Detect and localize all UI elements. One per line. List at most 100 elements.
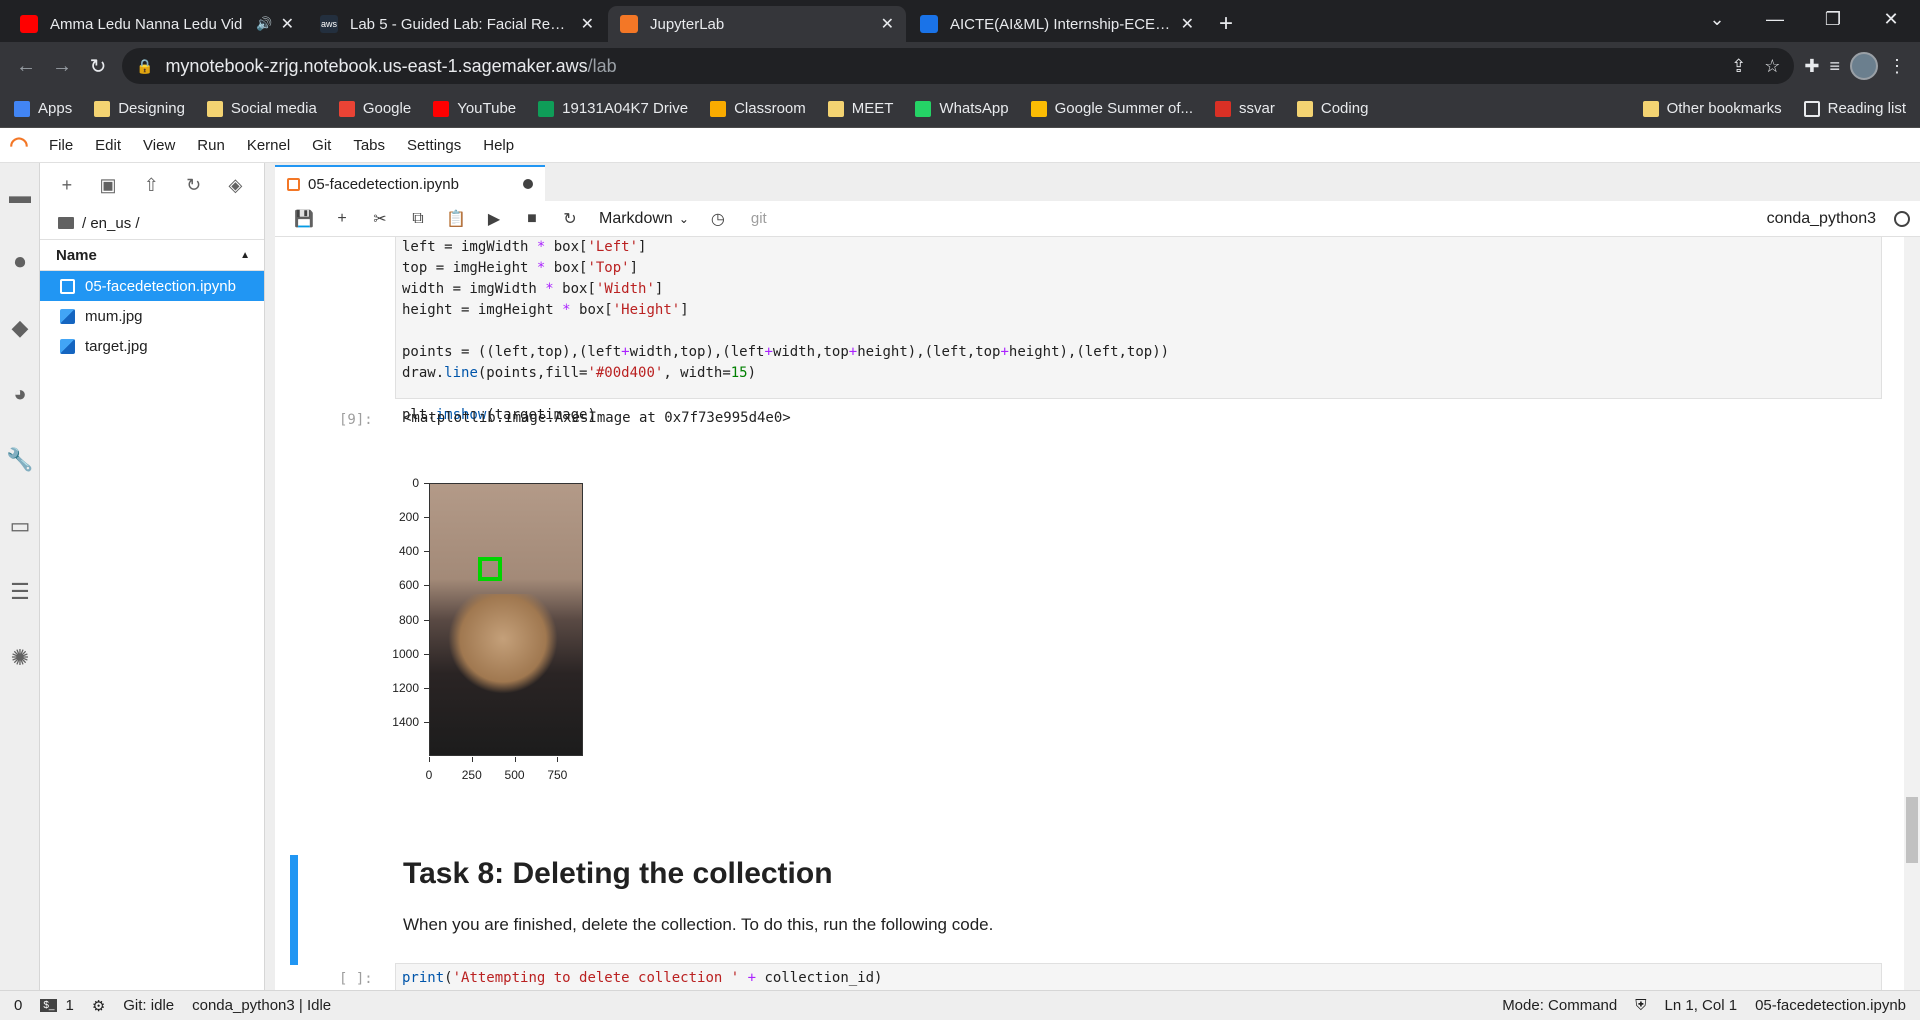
bookmark-item[interactable]: Apps xyxy=(14,100,72,117)
tab-title: Lab 5 - Guided Lab: Facial Recogn xyxy=(350,15,573,33)
bookmark-item[interactable]: Google Summer of... xyxy=(1030,100,1193,117)
unsaved-dot-icon[interactable] xyxy=(523,179,533,189)
git-label[interactable]: git xyxy=(751,210,767,227)
tab-notebook[interactable]: 05-facedetection.ipynb xyxy=(275,165,545,201)
bookmark-item[interactable]: Coding xyxy=(1296,100,1368,117)
y-tick-label: 1400 xyxy=(392,714,419,729)
run-icon[interactable]: ▶ xyxy=(475,209,513,229)
x-tick-label: 500 xyxy=(504,768,525,782)
toc-icon[interactable]: ☰ xyxy=(0,559,40,625)
cursor-position[interactable]: Ln 1, Col 1 xyxy=(1665,997,1738,1014)
url-bar[interactable]: 🔒 mynotebook-zrjg.notebook.us-east-1.sag… xyxy=(122,48,1795,84)
git-icon[interactable]: ◆ xyxy=(0,295,40,361)
browser-tab[interactable]: JupyterLab ✕ xyxy=(608,6,906,42)
running-icon[interactable]: ⏺ xyxy=(0,229,40,295)
extension-manager-icon[interactable]: ✺ xyxy=(0,625,40,691)
browser-tab[interactable]: aws Lab 5 - Guided Lab: Facial Recogn ✕ xyxy=(308,6,606,42)
notebook-area[interactable]: left = imgWidth * box['Left'] top = imgH… xyxy=(275,237,1920,990)
close-tab-icon[interactable]: ✕ xyxy=(281,14,294,34)
bookmark-item[interactable]: Social media xyxy=(206,100,317,117)
bookmark-other[interactable]: Other bookmarks xyxy=(1642,100,1782,117)
paste-icon[interactable]: 📋 xyxy=(437,209,475,229)
minimize-icon[interactable]: — xyxy=(1746,0,1804,38)
bookmark-item[interactable]: WhatsApp xyxy=(915,100,1009,117)
cut-icon[interactable]: ✂ xyxy=(361,209,399,229)
menu-help[interactable]: Help xyxy=(472,137,525,154)
profile-avatar[interactable] xyxy=(1850,52,1878,80)
code-cell[interactable]: print('Attempting to delete collection '… xyxy=(395,963,1882,990)
cell-type-select[interactable]: Markdown ⌄ xyxy=(599,210,689,228)
copy-icon[interactable]: ⧉ xyxy=(399,210,437,228)
bookmark-item[interactable]: 19131A04K7 Drive xyxy=(538,100,688,117)
browser-tab[interactable]: AICTE(AI&ML) Internship-ECE(No ✕ xyxy=(908,6,1206,42)
tab-search-icon[interactable]: ⌄ xyxy=(1688,0,1746,38)
new-launcher-icon[interactable]: + xyxy=(62,175,73,196)
back-button[interactable]: ← xyxy=(8,48,44,84)
forward-button[interactable]: → xyxy=(44,48,80,84)
new-tab-button[interactable]: + xyxy=(1208,6,1244,42)
shield-icon[interactable]: ⛨ xyxy=(1635,997,1646,1014)
menu-run[interactable]: Run xyxy=(186,137,236,154)
share-icon[interactable]: ⇪ xyxy=(1731,56,1746,77)
bookmark-item[interactable]: MEET xyxy=(827,100,893,117)
output-text: <matplotlib.image.AxesImage at 0x7f73e99… xyxy=(403,410,791,426)
git-status[interactable]: Git: idle xyxy=(123,997,174,1014)
browser-tab[interactable]: Amma Ledu Nanna Ledu Vid 🔊 ✕ xyxy=(8,6,306,42)
bookmark-item[interactable]: Google xyxy=(338,100,411,117)
name-column-header[interactable]: Name ▲ xyxy=(40,239,264,271)
drive-icon xyxy=(538,100,555,117)
menu-git[interactable]: Git xyxy=(301,137,342,154)
refresh-icon[interactable]: ↻ xyxy=(186,175,201,196)
bookmark-item[interactable]: ssvar xyxy=(1215,100,1275,117)
tabs-icon[interactable]: ▭ xyxy=(0,493,40,559)
bookmark-star-icon[interactable]: ☆ xyxy=(1764,56,1780,77)
close-tab-icon[interactable]: ✕ xyxy=(581,14,594,34)
speaker-icon[interactable]: 🔊 xyxy=(256,16,272,32)
insert-cell-icon[interactable]: + xyxy=(323,210,361,228)
palette-icon[interactable]: ◕ xyxy=(0,361,40,427)
git-clone-icon[interactable]: ◈ xyxy=(228,175,242,196)
menu-kernel[interactable]: Kernel xyxy=(236,137,301,154)
menu-edit[interactable]: Edit xyxy=(84,137,132,154)
restart-icon[interactable]: ↻ xyxy=(551,209,589,229)
code-cell[interactable]: left = imgWidth * box['Left'] top = imgH… xyxy=(395,237,1882,423)
extensions-icon[interactable]: ✚ xyxy=(1804,56,1819,77)
bookmark-item[interactable]: Classroom xyxy=(710,100,806,117)
close-window-icon[interactable]: ✕ xyxy=(1862,0,1920,38)
close-tab-icon[interactable]: ✕ xyxy=(881,14,894,34)
file-item[interactable]: mum.jpg xyxy=(40,301,264,331)
media-control-icon[interactable]: ≡ xyxy=(1829,56,1840,77)
menu-tabs[interactable]: Tabs xyxy=(342,137,396,154)
y-tick-label: 1000 xyxy=(392,646,419,661)
bookmark-item[interactable]: YouTube xyxy=(433,100,516,117)
menu-settings[interactable]: Settings xyxy=(396,137,472,154)
bookmark-item[interactable]: Designing xyxy=(94,100,185,117)
y-tick-label: 0 xyxy=(412,476,419,490)
file-item[interactable]: 05-facedetection.ipynb xyxy=(40,271,264,301)
menu-view[interactable]: View xyxy=(132,137,186,154)
kernel-status[interactable]: conda_python3 | Idle xyxy=(192,997,331,1014)
file-item[interactable]: target.jpg xyxy=(40,331,264,361)
scrollbar-thumb[interactable] xyxy=(1906,797,1918,863)
x-tick-mark xyxy=(471,757,473,762)
folder-icon xyxy=(1642,100,1659,117)
reload-button[interactable]: ↻ xyxy=(80,48,116,84)
restore-icon[interactable]: ❐ xyxy=(1804,0,1862,38)
close-tab-icon[interactable]: ✕ xyxy=(1181,14,1194,34)
settings-gear-icon[interactable]: ⚙ xyxy=(92,997,105,1015)
save-icon[interactable]: 💾 xyxy=(285,209,323,229)
breadcrumb[interactable]: / en_us / xyxy=(40,207,264,239)
terminal-icon[interactable]: $_ 1 xyxy=(40,997,74,1014)
kernel-name[interactable]: conda_python3 xyxy=(1767,210,1876,228)
new-folder-icon[interactable]: ▣ xyxy=(99,175,116,196)
menu-file[interactable]: File xyxy=(38,137,84,154)
status-simple-mode[interactable]: 0 xyxy=(14,997,22,1014)
notebook-scrollbar[interactable] xyxy=(1904,237,1920,990)
wrench-icon[interactable]: 🔧 xyxy=(0,427,40,493)
stop-icon[interactable]: ■ xyxy=(513,210,551,228)
clock-icon[interactable]: ◷ xyxy=(699,209,737,229)
browser-menu-icon[interactable]: ⋮ xyxy=(1888,56,1906,77)
bookmark-reading-list[interactable]: Reading list xyxy=(1803,100,1906,117)
folder-icon[interactable]: ▬ xyxy=(0,163,40,229)
upload-icon[interactable]: ⇧ xyxy=(144,175,159,196)
